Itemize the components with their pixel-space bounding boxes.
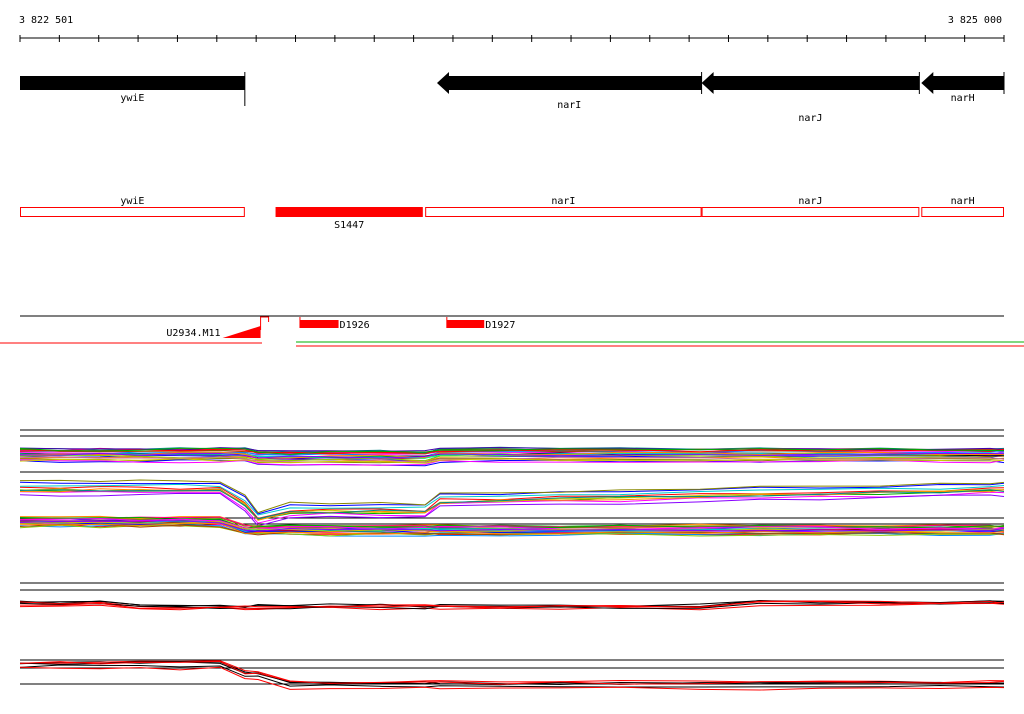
segment-narJ bbox=[701, 207, 920, 217]
gene-label-narJ: narJ bbox=[798, 113, 822, 124]
genome-browser-view: 3 822 501 3 825 000 ywiE narI narJ narH ywi… bbox=[0, 15, 1024, 691]
gene-arrow-narI bbox=[436, 72, 702, 94]
gene-arrow-narJ bbox=[701, 72, 920, 94]
feature-label-D1926: D1926 bbox=[340, 320, 370, 331]
feature-label-U2934.M11: U2934.M11 bbox=[166, 328, 220, 339]
feature-D1926 bbox=[299, 320, 339, 328]
segment-ywiE bbox=[20, 207, 245, 217]
segment-narI bbox=[425, 207, 702, 217]
ruler-start-label: 3 822 501 bbox=[19, 15, 73, 26]
segment-label-narI: narI bbox=[551, 196, 575, 207]
segment-label-narH: narH bbox=[951, 196, 975, 207]
feature-D1927 bbox=[446, 320, 485, 328]
gene-label-ywiE: ywiE bbox=[120, 93, 144, 104]
feature-marker-U2934.M11 bbox=[260, 316, 270, 330]
segment-S1447 bbox=[275, 207, 423, 217]
feature-track: U2934.M11 D1926 D1927 bbox=[0, 315, 1024, 347]
gene-arrow-ywiE bbox=[20, 76, 245, 90]
feature-label-D1927: D1927 bbox=[485, 320, 515, 331]
gene-label-narH: narH bbox=[951, 93, 975, 104]
expression-profiles-panel-a bbox=[19, 429, 1005, 537]
segment-track: ywiE S1447 narI narJ narH bbox=[20, 196, 1004, 231]
gene-arrow-narH bbox=[921, 72, 1004, 94]
feature-U2934.M11 bbox=[222, 326, 261, 338]
segment-label-narJ: narJ bbox=[798, 196, 822, 207]
ruler-end-label: 3 825 000 bbox=[948, 15, 1002, 26]
gene-track: ywiE narI narJ narH bbox=[20, 72, 1005, 124]
segment-label-S1447: S1447 bbox=[334, 220, 364, 231]
coordinate-ruler: 3 822 501 3 825 000 bbox=[19, 15, 1005, 42]
segment-narH bbox=[921, 207, 1004, 217]
segment-label-ywiE: ywiE bbox=[120, 196, 144, 207]
expression-profiles-panel-b bbox=[19, 582, 1005, 691]
profile-b-low-line bbox=[19, 660, 1005, 684]
gene-label-narI: narI bbox=[557, 100, 581, 111]
